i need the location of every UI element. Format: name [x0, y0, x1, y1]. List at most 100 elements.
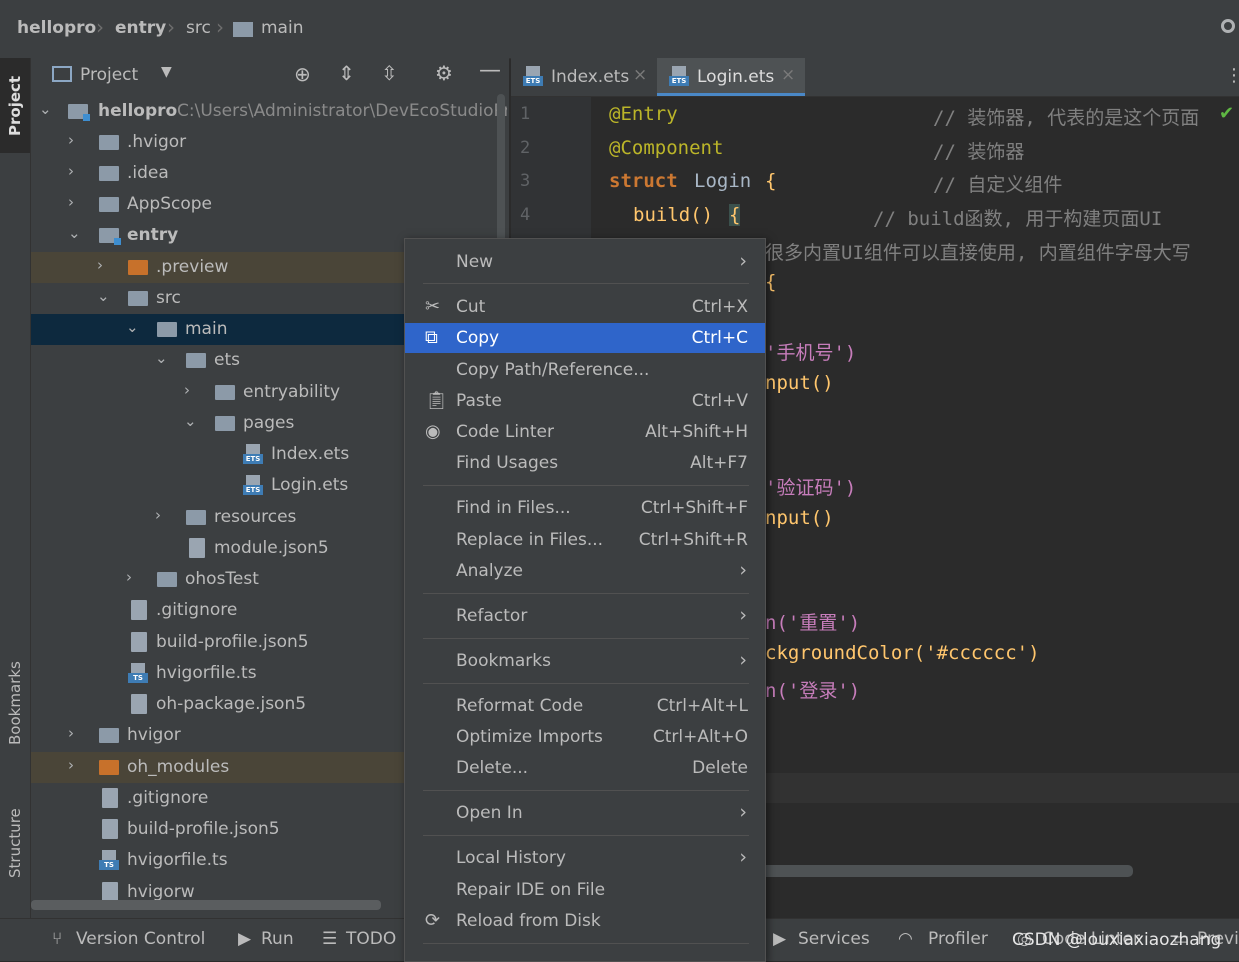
menu-item-shortcut: Ctrl+X — [691, 297, 748, 317]
chevron-right-icon[interactable]: › — [68, 724, 74, 742]
tree-item-label: hvigorfile.ts — [127, 850, 228, 870]
folder-icon — [215, 416, 235, 431]
ets-file-icon: ETS — [669, 66, 689, 88]
menu-item-reload-from-disk[interactable]: ⟳ Reload from Disk — [405, 906, 765, 936]
code-token: '手机号') — [765, 342, 857, 364]
breadcrumb-main[interactable]: main — [261, 18, 303, 38]
tree-item-hvigor-hidden[interactable]: › .hvigor — [31, 127, 509, 158]
menu-item-bookmarks[interactable]: Bookmarks › — [405, 646, 765, 676]
project-view-selector[interactable]: Project — [80, 65, 138, 85]
chevron-down-icon[interactable]: ⌄ — [39, 100, 52, 118]
menu-item-label: Reformat Code — [456, 696, 584, 716]
run-icon: ▶ — [238, 929, 252, 949]
menu-item-find-usages[interactable]: Find Usages Alt+F7 — [405, 448, 765, 478]
tree-item-label: ohosTest — [185, 569, 259, 589]
more-tabs-icon[interactable]: ⋮ — [1225, 65, 1239, 86]
hide-panel-icon[interactable]: — — [479, 58, 501, 83]
json-file-icon — [102, 819, 118, 839]
tab-label: Index.ets — [551, 67, 630, 87]
chevron-right-icon[interactable]: › — [68, 162, 74, 180]
menu-separator — [423, 835, 749, 836]
ets-file-icon: ETS — [243, 444, 263, 466]
todo-tab[interactable]: TODO — [346, 929, 396, 949]
menu-separator — [423, 638, 749, 639]
close-icon[interactable]: × — [781, 65, 795, 85]
menu-item-find-in-files[interactable]: Find in Files... Ctrl+Shift+F — [405, 493, 765, 523]
menu-item-reformat-code[interactable]: Reformat Code Ctrl+Alt+L — [405, 691, 765, 721]
structure-tool-tab[interactable]: Structure — [0, 788, 30, 898]
chevron-down-icon[interactable]: ⌄ — [155, 349, 168, 367]
collapse-all-icon[interactable]: ⇳ — [381, 61, 398, 85]
menu-separator — [423, 943, 749, 944]
version-control-tab[interactable]: Version Control — [76, 929, 205, 949]
code-token: '验证码') — [765, 477, 857, 499]
code-linter-icon: ◉ — [425, 421, 441, 442]
folder-icon — [157, 572, 177, 587]
chevron-right-icon: › — [739, 604, 747, 626]
breadcrumb-entry[interactable]: entry — [115, 18, 166, 38]
locate-file-icon[interactable]: ⊕ — [294, 62, 311, 86]
tree-item-appscope[interactable]: › AppScope — [31, 189, 509, 220]
menu-item-paste[interactable]: 📋︎ Paste Ctrl+V — [405, 386, 765, 416]
menu-item-local-history[interactable]: Local History › — [405, 843, 765, 873]
chevron-down-icon[interactable]: ⌄ — [184, 412, 197, 430]
run-tab[interactable]: Run — [261, 929, 294, 949]
project-tool-tab[interactable]: Project — [0, 58, 30, 153]
menu-item-new[interactable]: New › — [405, 247, 765, 277]
menu-item-analyze[interactable]: Analyze › — [405, 556, 765, 586]
chevron-down-icon[interactable]: ⌄ — [126, 318, 139, 336]
tree-item-label: Login.ets — [271, 475, 349, 495]
tree-item-hellopro[interactable]: ⌄ hellopro C:\Users\Administrator\DevEco… — [31, 96, 509, 127]
profiler-tab[interactable]: Profiler — [928, 929, 988, 949]
tree-item-label: pages — [243, 413, 295, 433]
chevron-right-icon[interactable]: › — [155, 506, 161, 524]
gear-icon[interactable]: ⚙ — [435, 61, 453, 85]
menu-item-label: Open In — [456, 803, 523, 823]
tab-index-ets[interactable]: ETS Index.ets × — [511, 58, 656, 96]
scissors-icon: ✂ — [425, 296, 441, 317]
chevron-right-icon[interactable]: › — [68, 756, 74, 774]
breadcrumb-hellopro[interactable]: hellopro — [17, 18, 96, 38]
horizontal-scrollbar[interactable] — [741, 865, 1133, 877]
chevron-right-icon[interactable]: › — [68, 131, 74, 149]
ts-file-icon: TS — [128, 663, 148, 685]
menu-item-label: Delete... — [456, 758, 529, 778]
menu-item-shortcut: Delete — [692, 758, 748, 778]
menu-item-copy[interactable]: ⧉ Copy Ctrl+C — [405, 323, 765, 353]
bookmarks-tool-tab[interactable]: Bookmarks — [0, 643, 30, 763]
expand-all-icon[interactable]: ⇕ — [338, 61, 355, 85]
chevron-right-icon[interactable]: › — [97, 256, 103, 274]
menu-item-copy-path[interactable]: Copy Path/Reference... — [405, 355, 765, 385]
chevron-down-icon[interactable]: ⌄ — [68, 224, 81, 242]
tree-item-idea[interactable]: › .idea — [31, 158, 509, 189]
menu-item-cut[interactable]: ✂ Cut Ctrl+X — [405, 292, 765, 322]
horizontal-scrollbar[interactable] — [31, 900, 381, 910]
menu-item-open-in[interactable]: Open In › — [405, 798, 765, 828]
services-tab[interactable]: Services — [798, 929, 870, 949]
code-token: n('登录') — [765, 680, 861, 702]
chevron-down-icon[interactable]: ⌄ — [97, 287, 110, 305]
menu-item-label: Copy — [456, 328, 500, 348]
menu-item-replace-in-files[interactable]: Replace in Files... Ctrl+Shift+R — [405, 525, 765, 555]
clipboard-icon: 📋︎ — [425, 390, 448, 411]
menu-item-label: Refactor — [456, 606, 528, 626]
chevron-right-icon[interactable]: › — [68, 193, 74, 211]
chevron-right-icon[interactable]: › — [184, 381, 190, 399]
breadcrumb-src[interactable]: src — [186, 18, 211, 38]
menu-item-repair-ide[interactable]: Repair IDE on File — [405, 875, 765, 905]
project-view-icon — [52, 66, 72, 82]
structure-tool-label: Structure — [6, 808, 24, 878]
profiler-icon: ◠ — [898, 929, 913, 949]
version-control-icon: ⑂ — [52, 929, 63, 949]
menu-item-label: Find Usages — [456, 453, 559, 473]
settings-icon[interactable] — [1221, 19, 1235, 33]
close-icon[interactable]: × — [633, 65, 647, 85]
chevron-right-icon[interactable]: › — [126, 568, 132, 586]
menu-item-code-linter[interactable]: ◉ Code Linter Alt+Shift+H — [405, 417, 765, 447]
menu-item-refactor[interactable]: Refactor › — [405, 601, 765, 631]
tab-login-ets[interactable]: ETS Login.ets × — [657, 58, 805, 96]
left-tool-stripe: Project Bookmarks Structure — [0, 58, 31, 960]
menu-item-delete[interactable]: Delete... Delete — [405, 753, 765, 783]
chevron-down-icon[interactable]: ▼ — [161, 64, 172, 80]
menu-item-optimize-imports[interactable]: Optimize Imports Ctrl+Alt+O — [405, 722, 765, 752]
